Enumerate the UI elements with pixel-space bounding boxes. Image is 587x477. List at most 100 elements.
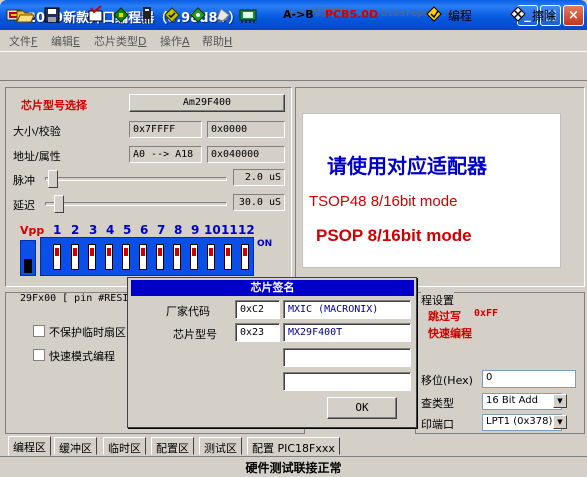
erase-button[interactable]: 擦除 — [509, 4, 556, 26]
pulse-slider-track[interactable] — [45, 177, 227, 181]
dip-number: 8 — [174, 223, 183, 237]
protect-icon[interactable] — [213, 5, 233, 25]
tab-config[interactable]: 配置区 — [151, 437, 194, 455]
vpp-label: Vpp — [20, 224, 45, 237]
vpp-switch[interactable] — [20, 240, 36, 276]
dialog-title: 芯片签名 — [131, 280, 414, 296]
dip-number: 7 — [157, 223, 166, 237]
chip-model-button[interactable]: Am29F400 — [129, 94, 285, 112]
vendor-code-label: 厂家代码 — [166, 305, 210, 318]
tab-test[interactable]: 测试区 — [199, 437, 242, 455]
toolbar — [0, 51, 587, 81]
delay-value: 30.0 uS — [233, 194, 285, 211]
psop-mode-text: PSOP 8/16bit mode — [316, 226, 472, 245]
save-disk-icon[interactable] — [42, 5, 62, 25]
size-label: 大小/校验 — [13, 125, 61, 138]
erase-icon — [509, 5, 527, 26]
shift-input[interactable]: 0 — [482, 370, 576, 388]
dip-switch-7[interactable] — [156, 244, 164, 270]
print-port-select[interactable]: LPT1 (0x378) — [482, 414, 562, 431]
dip-number: 3 — [89, 223, 98, 237]
dip-switch-strip[interactable] — [40, 237, 254, 276]
dip-number: 2 — [71, 223, 80, 237]
blank-check-icon[interactable] — [86, 5, 106, 25]
menu-edit[interactable]: 编辑E — [51, 33, 80, 49]
pcb-version-label: PCB5.0D — [325, 8, 379, 21]
dip-number: 10 — [204, 223, 221, 237]
tab-temp[interactable]: 临时区 — [103, 437, 146, 455]
ok-button[interactable]: OK — [327, 397, 397, 419]
menu-bar — [0, 30, 587, 50]
erase-label: 擦除 — [532, 8, 557, 23]
dip-switch-10[interactable] — [207, 244, 215, 270]
dip-number: 6 — [140, 223, 149, 237]
dip-number: 12 — [238, 223, 255, 237]
dip-number: 5 — [123, 223, 132, 237]
chevron-down-icon[interactable]: ▼ — [553, 415, 567, 429]
dip-switch-9[interactable] — [190, 244, 198, 270]
program-button[interactable]: 编程 — [425, 4, 472, 26]
address-range-value: A0 --> A18 — [129, 146, 202, 163]
status-text: 硬件测试联接正常 — [245, 461, 342, 475]
program-label: 编程 — [448, 8, 473, 23]
dip-switch-8[interactable] — [173, 244, 181, 270]
extra-field-1 — [283, 348, 411, 367]
chip-model-label: 芯片型号 — [173, 328, 217, 341]
tab-config-pic[interactable]: 配置 PIC18Fxxx — [247, 437, 340, 455]
program-icon — [425, 5, 443, 26]
direction-label: A->B — [283, 8, 314, 21]
tsop-mode-text: TSOP48 8/16bit mode — [309, 193, 458, 210]
dip-on-label: ON — [257, 239, 273, 249]
chip-write-icon[interactable] — [137, 5, 157, 25]
fast-mode-label: 快速模式编程 — [49, 350, 115, 363]
close-button[interactable]: × — [563, 5, 584, 26]
dip-number: 11 — [221, 223, 238, 237]
dip-switch-3[interactable] — [88, 244, 96, 270]
delay-slider-thumb[interactable] — [53, 195, 64, 213]
pulse-value: 2.0 uS — [233, 169, 285, 186]
no-temp-protect-label: 不保护临时扇区 — [49, 326, 126, 339]
read-chip-icon[interactable] — [111, 5, 131, 25]
dip-switch-12[interactable] — [241, 244, 249, 270]
check-type-select[interactable]: 16 Bit Add — [482, 393, 562, 410]
check-type-label: 查类型 — [421, 397, 454, 410]
pulse-label: 脉冲 — [13, 174, 35, 187]
menu-file[interactable]: 文件F — [9, 33, 37, 49]
menu-operate[interactable]: 操作A — [160, 33, 190, 49]
dip-switch-11[interactable] — [224, 244, 232, 270]
vendor-name-field: MXIC (MACRONIX) — [283, 300, 411, 319]
dip-switch-1[interactable] — [53, 244, 61, 270]
tab-program-area[interactable]: 编程区 — [8, 436, 51, 456]
options-group-title: 29Fx00 [ pin #RESI — [18, 293, 131, 304]
verify-icon[interactable] — [162, 5, 182, 25]
dip-switch-5[interactable] — [122, 244, 130, 270]
extra-field-2 — [283, 372, 411, 391]
vendor-code-field: 0xC2 — [235, 300, 280, 319]
size-value: 0x7FFFF — [129, 121, 202, 138]
chip-name-field: MX29F400T — [283, 323, 411, 342]
dip-switch-6[interactable] — [139, 244, 147, 270]
adapter-heading: 请使用对应适配器 — [327, 154, 487, 178]
skip-write-label: 跳过写 — [428, 310, 461, 323]
fast-mode-checkbox[interactable] — [33, 349, 45, 361]
chevron-down-icon[interactable]: ▼ — [553, 394, 567, 408]
attribute-value: 0x040000 — [207, 146, 285, 163]
program-settings-title: 程设置 — [421, 292, 454, 308]
config-chip-icon[interactable] — [238, 5, 258, 25]
menu-help[interactable]: 帮助H — [202, 33, 232, 49]
open-folder-icon[interactable] — [15, 5, 35, 25]
dip-number: 4 — [106, 223, 115, 237]
compare-icon[interactable] — [188, 5, 208, 25]
delay-slider-track[interactable] — [45, 202, 227, 206]
dip-switch-2[interactable] — [71, 244, 79, 270]
menu-chip-type[interactable]: 芯片类型D — [94, 33, 146, 49]
dip-switch-4[interactable] — [105, 244, 113, 270]
print-port-label: 印端口 — [421, 418, 454, 431]
shift-label: 移位(Hex) — [421, 374, 473, 387]
skip-write-value: 0xFF — [474, 308, 499, 319]
tab-buffer[interactable]: 缓冲区 — [54, 437, 97, 455]
pulse-slider-thumb[interactable] — [48, 170, 59, 188]
address-label: 地址/属性 — [13, 150, 61, 163]
fast-program-label: 快速编程 — [428, 327, 472, 340]
no-temp-protect-checkbox[interactable] — [33, 325, 45, 337]
